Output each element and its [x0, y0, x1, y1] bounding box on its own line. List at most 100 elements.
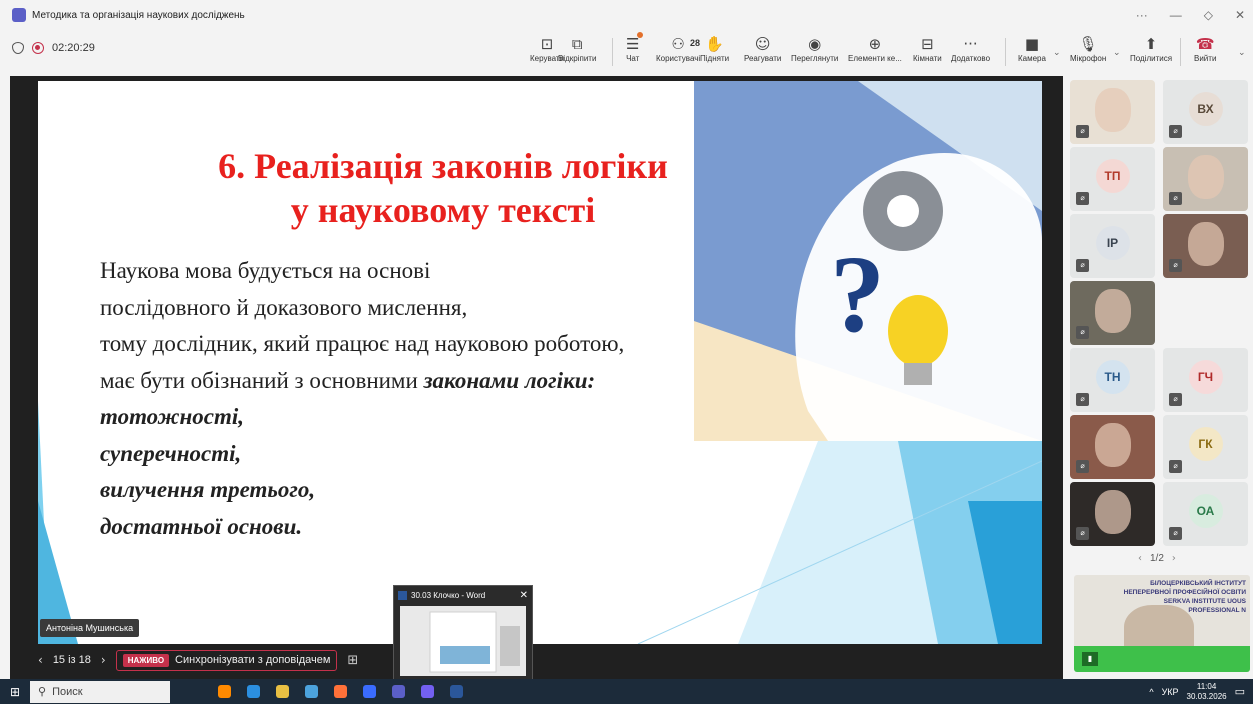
chevron-down-icon[interactable]: ⌄	[1113, 48, 1121, 58]
logic-law-item: суперечності,	[100, 440, 242, 466]
toolbar-button-label: Додатково	[951, 54, 991, 63]
slide-counter: 15 із 18	[52, 654, 91, 666]
taskbar-app-icon[interactable]	[450, 685, 463, 698]
language-indicator[interactable]: УКР	[1162, 687, 1179, 697]
mic-muted-icon: ⌀	[1169, 527, 1182, 540]
mic-muted-icon: ⌀	[1076, 393, 1089, 406]
word-icon	[398, 590, 407, 600]
mic-muted-icon: ⌀	[1076, 259, 1089, 272]
popout-button[interactable]: ⧉ Відкріпити	[558, 34, 596, 63]
close-window-button[interactable]: ✕	[1235, 8, 1245, 22]
rooms-button[interactable]: ⊟ Кімнати	[913, 34, 942, 63]
clock-time: 11:04	[1196, 681, 1217, 691]
mic-button[interactable]: 🎙 Мікрофон	[1070, 34, 1106, 63]
live-badge: НАЖИВО	[122, 653, 170, 667]
avatar: ВХ	[1188, 92, 1223, 126]
taskbar-app-icon[interactable]	[276, 685, 289, 698]
presenter-video-tile[interactable]: БІЛОЦЕРКІВСЬКИЙ ІНСТИТУТ НЕПЕРЕРВНОЇ ПРО…	[1074, 575, 1250, 672]
chat-button[interactable]: ☰ Чат	[626, 34, 639, 63]
avatar: ІР	[1095, 226, 1130, 260]
participant-tile[interactable]: ⌀	[1070, 80, 1155, 144]
participant-tile[interactable]: ⌀	[1070, 415, 1155, 479]
participant-tile[interactable]: ⌀	[1070, 281, 1155, 345]
slide-body: Наукова мова будується на основі послідо…	[100, 253, 624, 545]
avatar: ТП	[1095, 159, 1130, 193]
taskbar-app-icon[interactable]	[218, 685, 231, 698]
word-preview-thumbnail[interactable]	[400, 606, 526, 676]
participant-tile[interactable]: ОА ⌀	[1163, 482, 1248, 546]
participant-tile[interactable]: ГЧ ⌀	[1163, 348, 1248, 412]
toolbar-button-label: Камера	[1018, 54, 1046, 63]
next-slide-button[interactable]: ›	[101, 653, 106, 667]
mic-muted-icon: ⌀	[1169, 125, 1182, 138]
toolbar-divider	[1180, 38, 1181, 66]
system-tray: ^ УКР 11:04 30.03.2026 ▭	[1149, 679, 1245, 704]
start-button[interactable]: ⊞	[0, 685, 30, 699]
gallery-pager: ‹ 1/2 ›	[1138, 553, 1176, 564]
mic-muted-icon: ⌀	[1076, 125, 1089, 138]
chevron-down-icon[interactable]: ⌄	[1238, 48, 1246, 58]
leave-button[interactable]: ☎ Вийти	[1194, 34, 1216, 63]
more-options-button[interactable]: ···	[1136, 8, 1148, 22]
react-icon: ☺	[754, 35, 771, 53]
gallery-prev-button[interactable]: ‹	[1138, 553, 1142, 564]
people-button[interactable]: ⚇ 28 Користувачі	[656, 34, 700, 63]
participant-tile[interactable]: ТН ⌀	[1070, 348, 1155, 412]
search-placeholder: Поиск	[52, 685, 83, 698]
taskbar-search[interactable]: ⚲ Поиск	[30, 680, 170, 703]
participant-tile[interactable]: ІР ⌀	[1070, 214, 1155, 278]
raise-hand-button[interactable]: ✋ Підняти	[700, 34, 729, 63]
participant-tile[interactable]	[1163, 281, 1248, 345]
taskbar-app-icon[interactable]	[392, 685, 405, 698]
slide-title-line-2: у науковому тексті	[290, 190, 596, 230]
minimize-button[interactable]: —	[1170, 8, 1182, 22]
participant-video	[1095, 289, 1131, 333]
taskbar-app-icon[interactable]	[334, 685, 347, 698]
react-button[interactable]: ☺ Реагувати	[744, 34, 781, 63]
more-button[interactable]: ··· Додатково	[951, 34, 990, 63]
taskbar-app-icon[interactable]	[363, 685, 376, 698]
meeting-toolbar: 02:20:29 ⊡ Керувати ⧉ Відкріпити ☰ Чат ⚇ 28 Кори…	[0, 30, 1253, 75]
grid-view-icon[interactable]: ⊞	[347, 653, 358, 668]
meeting-timer: 02:20:29	[52, 42, 95, 54]
window-title-bar: Методика та організація наукових дослідж…	[0, 0, 1253, 30]
participant-tile[interactable]: ГК ⌀	[1163, 415, 1248, 479]
chevron-down-icon[interactable]: ⌄	[1053, 48, 1061, 58]
clock[interactable]: 11:04 30.03.2026	[1187, 682, 1227, 702]
participant-video	[1095, 88, 1131, 132]
raise-hand-icon: ✋	[705, 35, 724, 53]
word-preview-close-button[interactable]: ✕	[520, 590, 528, 601]
camera-button[interactable]: ■ Камера	[1018, 34, 1046, 63]
participant-tile[interactable]: ⌀	[1163, 214, 1248, 278]
mic-muted-icon: ⌀	[1169, 259, 1182, 272]
taskbar-app-icon[interactable]	[305, 685, 318, 698]
participant-tile[interactable]: ⌀	[1070, 482, 1155, 546]
leave-icon: ☎	[1195, 35, 1215, 53]
slide-body-line: послідовного й доказового мислення,	[100, 294, 468, 320]
speaking-indicator-bar	[1074, 646, 1250, 672]
word-window-preview[interactable]: 30.03 Клочко - Word ✕	[393, 585, 533, 680]
participant-tile[interactable]: ТП ⌀	[1070, 147, 1155, 211]
taskbar-app-icon[interactable]	[421, 685, 434, 698]
view-button[interactable]: ◉ Переглянути	[791, 34, 838, 63]
mic-muted-icon: ⌀	[1076, 326, 1089, 339]
participant-video	[1188, 222, 1224, 266]
restore-button[interactable]: ◇	[1204, 8, 1213, 22]
avatar: ГК	[1188, 427, 1223, 461]
gallery-next-button[interactable]: ›	[1172, 553, 1176, 564]
toolbar-button-label: Кімнати	[913, 54, 942, 63]
taskbar-app-icon[interactable]	[247, 685, 260, 698]
share-button[interactable]: ⬆ Поділитися	[1130, 34, 1172, 63]
shield-icon	[12, 42, 24, 54]
toolbar-button-label: Користувачі	[656, 54, 701, 63]
participant-tile[interactable]: ВХ ⌀	[1163, 80, 1248, 144]
more-icon: ···	[963, 35, 978, 53]
tray-expand-icon[interactable]: ^	[1149, 687, 1153, 697]
manage-icon: ⊡	[540, 35, 554, 53]
apps-button[interactable]: ⊕ Елементи ке...	[848, 34, 902, 63]
share-icon: ⬆	[1144, 35, 1158, 53]
sync-with-presenter-button[interactable]: НАЖИВО Синхронізувати з доповідачем	[115, 649, 338, 671]
notifications-icon[interactable]: ▭	[1235, 685, 1245, 698]
previous-slide-button[interactable]: ‹	[38, 653, 43, 667]
participant-tile[interactable]: ⌀	[1163, 147, 1248, 211]
